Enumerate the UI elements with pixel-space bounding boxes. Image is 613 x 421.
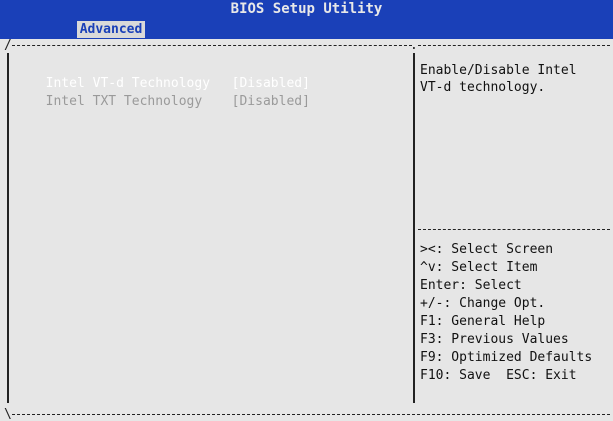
left-border <box>7 53 9 403</box>
key-hint: F1: General Help <box>420 314 546 329</box>
top-divider-junction: . <box>410 38 418 53</box>
tab-bar: Advanced <box>0 18 613 39</box>
bios-title-bar: BIOS Setup Utility <box>0 0 613 18</box>
key-hint: F10: Save ESC: Exit <box>420 368 577 383</box>
panel-divider <box>413 53 415 403</box>
key-legend: ><: Select Screen ^v: Select Item Enter:… <box>420 241 610 385</box>
key-hint: F3: Previous Values <box>420 332 569 347</box>
help-line: Enable/Disable Intel <box>420 63 577 78</box>
top-border-left <box>12 45 412 46</box>
setting-value: [Disabled] <box>231 94 310 109</box>
bottom-left-corner: \ <box>4 407 12 421</box>
key-hint: Enter: Select <box>420 278 522 293</box>
help-text: Enable/Disable Intel VT-d technology. <box>420 62 610 96</box>
bottom-border <box>12 414 610 415</box>
key-hint: ^v: Select Item <box>420 260 538 275</box>
help-separator <box>418 229 610 230</box>
setting-label: Intel TXT Technology <box>45 94 203 109</box>
key-hint: +/-: Change Opt. <box>420 296 546 311</box>
top-border-right <box>418 45 610 46</box>
bios-title: BIOS Setup Utility <box>230 1 383 17</box>
top-left-corner: / <box>4 38 12 53</box>
help-line: VT-d technology. <box>420 80 546 95</box>
tab-advanced[interactable]: Advanced <box>77 21 145 38</box>
setting-intel-txt[interactable]: Intel TXT Technology [Disabled] <box>30 78 310 110</box>
key-hint: F9: Optimized Defaults <box>420 350 593 365</box>
key-hint: ><: Select Screen <box>420 242 554 257</box>
